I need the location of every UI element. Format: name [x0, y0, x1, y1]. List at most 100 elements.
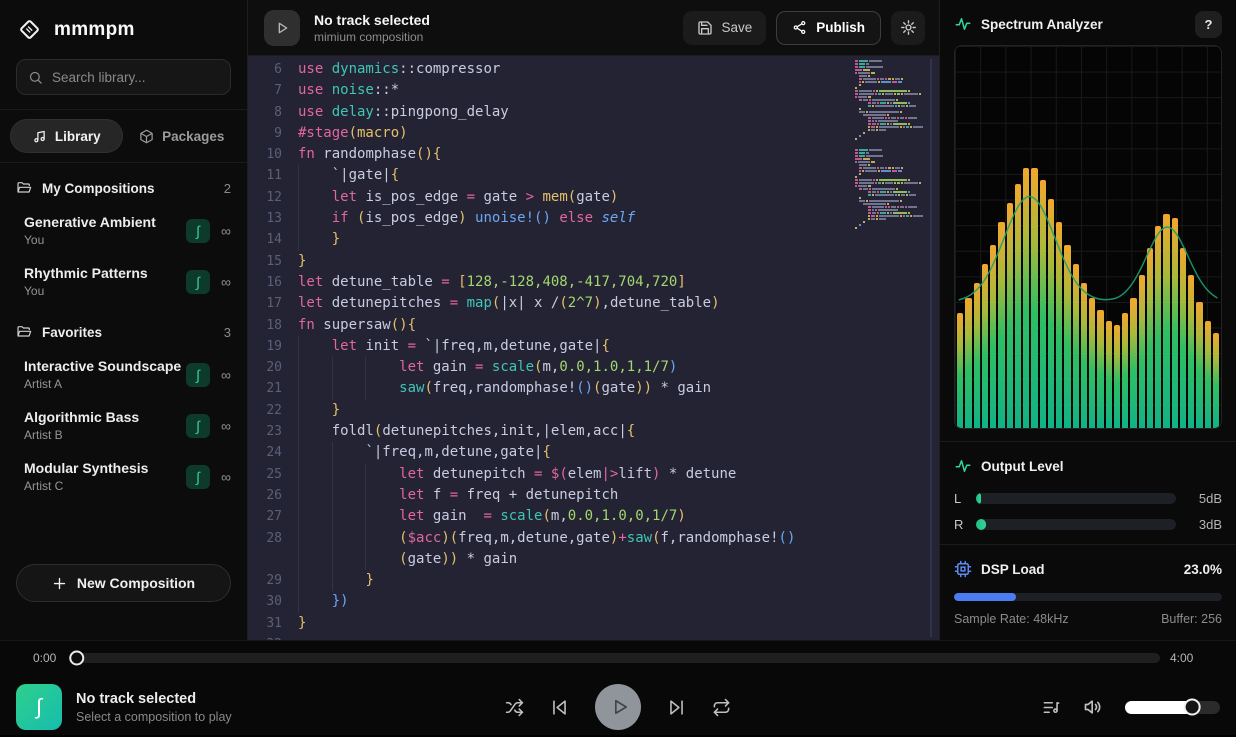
minimap-row: [855, 123, 923, 125]
code-line[interactable]: 29 }: [248, 570, 939, 591]
composition-title: Generative Ambient: [24, 214, 186, 230]
minimap-segment: [890, 123, 892, 125]
settings-button[interactable]: [891, 11, 925, 45]
new-composition-label: New Composition: [77, 575, 195, 591]
composition-item[interactable]: Interactive SoundscapeArtist A∫∞: [0, 349, 247, 400]
minimap-segment: [888, 167, 891, 169]
new-composition-button[interactable]: New Composition: [16, 564, 231, 602]
minimap-segment: [880, 191, 886, 193]
line-number: 9: [248, 123, 298, 144]
editor-minimap[interactable]: [855, 60, 923, 233]
code-line[interactable]: 27 let gain = scale(m,0.0,1.0,0,1/7): [248, 506, 939, 527]
minimap-segment: [868, 123, 871, 125]
tab-library[interactable]: Library: [10, 119, 123, 153]
code-line[interactable]: 8use delay::pingpong_delay: [248, 102, 939, 123]
editor-scrollbar[interactable]: [930, 59, 932, 637]
minimap-segment: [885, 117, 887, 119]
indent-guide-line: [298, 421, 299, 442]
code-text: use dynamics::compressor: [298, 59, 939, 80]
plus-icon: [52, 576, 67, 591]
minimap-row: [855, 200, 923, 202]
code-line[interactable]: 10fn randomphase(){: [248, 144, 939, 165]
minimap-segment: [891, 117, 895, 119]
code-line[interactable]: 15}: [248, 251, 939, 272]
code-text: foldl(detunepitches,init,|elem,acc|{: [298, 421, 939, 442]
level-value: 3dB: [1186, 517, 1222, 532]
code-line[interactable]: 7use noise::*: [248, 80, 939, 101]
code-line[interactable]: 14 }: [248, 229, 939, 250]
minimap-segment: [910, 126, 912, 128]
volume-slider[interactable]: [1125, 701, 1220, 714]
tab-packages[interactable]: Packages: [127, 119, 238, 153]
composition-title: Algorithmic Bass: [24, 409, 186, 425]
composition-item[interactable]: Algorithmic BassArtist B∫∞: [0, 400, 247, 451]
help-button[interactable]: ?: [1195, 11, 1222, 38]
seek-track[interactable]: [73, 653, 1160, 663]
code-line[interactable]: 28 ($acc)(freq,m,detune,gate)+saw(f,rand…: [248, 528, 939, 549]
code-text: let detunepitches = map(|x| x /(2^7),det…: [298, 293, 939, 314]
code-line[interactable]: 23 foldl(detunepitches,init,|elem,acc|{: [248, 421, 939, 442]
code-line[interactable]: 24 `|freq,m,detune,gate|{: [248, 442, 939, 463]
library-search[interactable]: [16, 59, 231, 95]
code-line[interactable]: 25 let detunepitch = $(elem|>lift) * det…: [248, 464, 939, 485]
code-line[interactable]: 9#stage(macro): [248, 123, 939, 144]
play-button[interactable]: [595, 684, 641, 730]
code-line[interactable]: 6use dynamics::compressor: [248, 59, 939, 80]
minimap-row: [855, 90, 923, 92]
code-line[interactable]: 22 }: [248, 400, 939, 421]
previous-button[interactable]: [550, 698, 569, 717]
code-line[interactable]: 18fn supersaw(){: [248, 315, 939, 336]
code-line[interactable]: 26 let f = freq + detunepitch: [248, 485, 939, 506]
composition-artist: Artist C: [24, 479, 186, 493]
minimap-row: [855, 176, 923, 178]
code-line[interactable]: 32: [248, 634, 939, 640]
shuffle-button[interactable]: [505, 698, 524, 717]
integral-badge-icon: ∫: [186, 219, 210, 243]
section-header: My Compositions2: [0, 163, 247, 205]
composition-item[interactable]: Modular SynthesisArtist C∫∞: [0, 451, 247, 502]
preview-play-button[interactable]: [264, 10, 300, 46]
minimap-segment: [872, 117, 884, 119]
code-line[interactable]: 19 let init = `|freq,m,detune,gate|{: [248, 336, 939, 357]
code-text: let f = freq + detunepitch: [298, 485, 939, 506]
code-editor[interactable]: 6use dynamics::compressor7use noise::*8u…: [248, 56, 939, 640]
code-text: }): [298, 591, 939, 612]
minimap-segment: [869, 149, 882, 151]
volume-knob[interactable]: [1184, 699, 1201, 716]
minimap-segment: [892, 81, 896, 83]
code-line[interactable]: 12 let is_pos_edge = gate > mem(gate): [248, 187, 939, 208]
code-line[interactable]: 31}: [248, 613, 939, 634]
code-line[interactable]: 20 let gain = scale(m,0.0,1.0,1,1/7): [248, 357, 939, 378]
level-track: [976, 493, 1176, 504]
seek-knob[interactable]: [69, 651, 84, 666]
publish-button[interactable]: Publish: [776, 11, 881, 45]
line-number: 30: [248, 591, 298, 612]
next-button[interactable]: [667, 698, 686, 717]
code-text: (gate)) * gain: [298, 549, 939, 570]
code-line[interactable]: (gate)) * gain: [248, 549, 939, 570]
indent-guide-line: [298, 570, 299, 591]
minimap-segment: [866, 200, 868, 202]
repeat-button[interactable]: [712, 698, 731, 717]
indent-guide-line: [332, 357, 333, 378]
minimap-segment: [876, 179, 878, 181]
code-line[interactable]: 17let detunepitches = map(|x| x /(2^7),d…: [248, 293, 939, 314]
code-line[interactable]: 13 if (is_pos_edge) unoise!() else self: [248, 208, 939, 229]
composition-item[interactable]: Rhythmic PatternsYou∫∞: [0, 256, 247, 307]
composition-item[interactable]: Generative AmbientYou∫∞: [0, 205, 247, 256]
track-subtitle: mimium composition: [314, 30, 430, 44]
code-line[interactable]: 21 saw(freq,randomphase!()(gate)) * gain: [248, 378, 939, 399]
code-line[interactable]: 11 `|gate|{: [248, 165, 939, 186]
indent-guide-line: [332, 464, 333, 485]
queue-button[interactable]: [1042, 698, 1061, 717]
search-input[interactable]: [52, 70, 219, 85]
minimap-segment: [876, 129, 878, 131]
mute-button[interactable]: [1083, 697, 1103, 717]
infinity-icon: ∞: [221, 274, 231, 290]
code-line[interactable]: 16let detune_table = [128,-128,408,-417,…: [248, 272, 939, 293]
save-button[interactable]: Save: [683, 11, 766, 45]
code-line[interactable]: 30 }): [248, 591, 939, 612]
composition-title: Interactive Soundscape: [24, 358, 186, 374]
queue-icon: [1042, 698, 1061, 717]
integral-badge-icon: ∫: [186, 270, 210, 294]
